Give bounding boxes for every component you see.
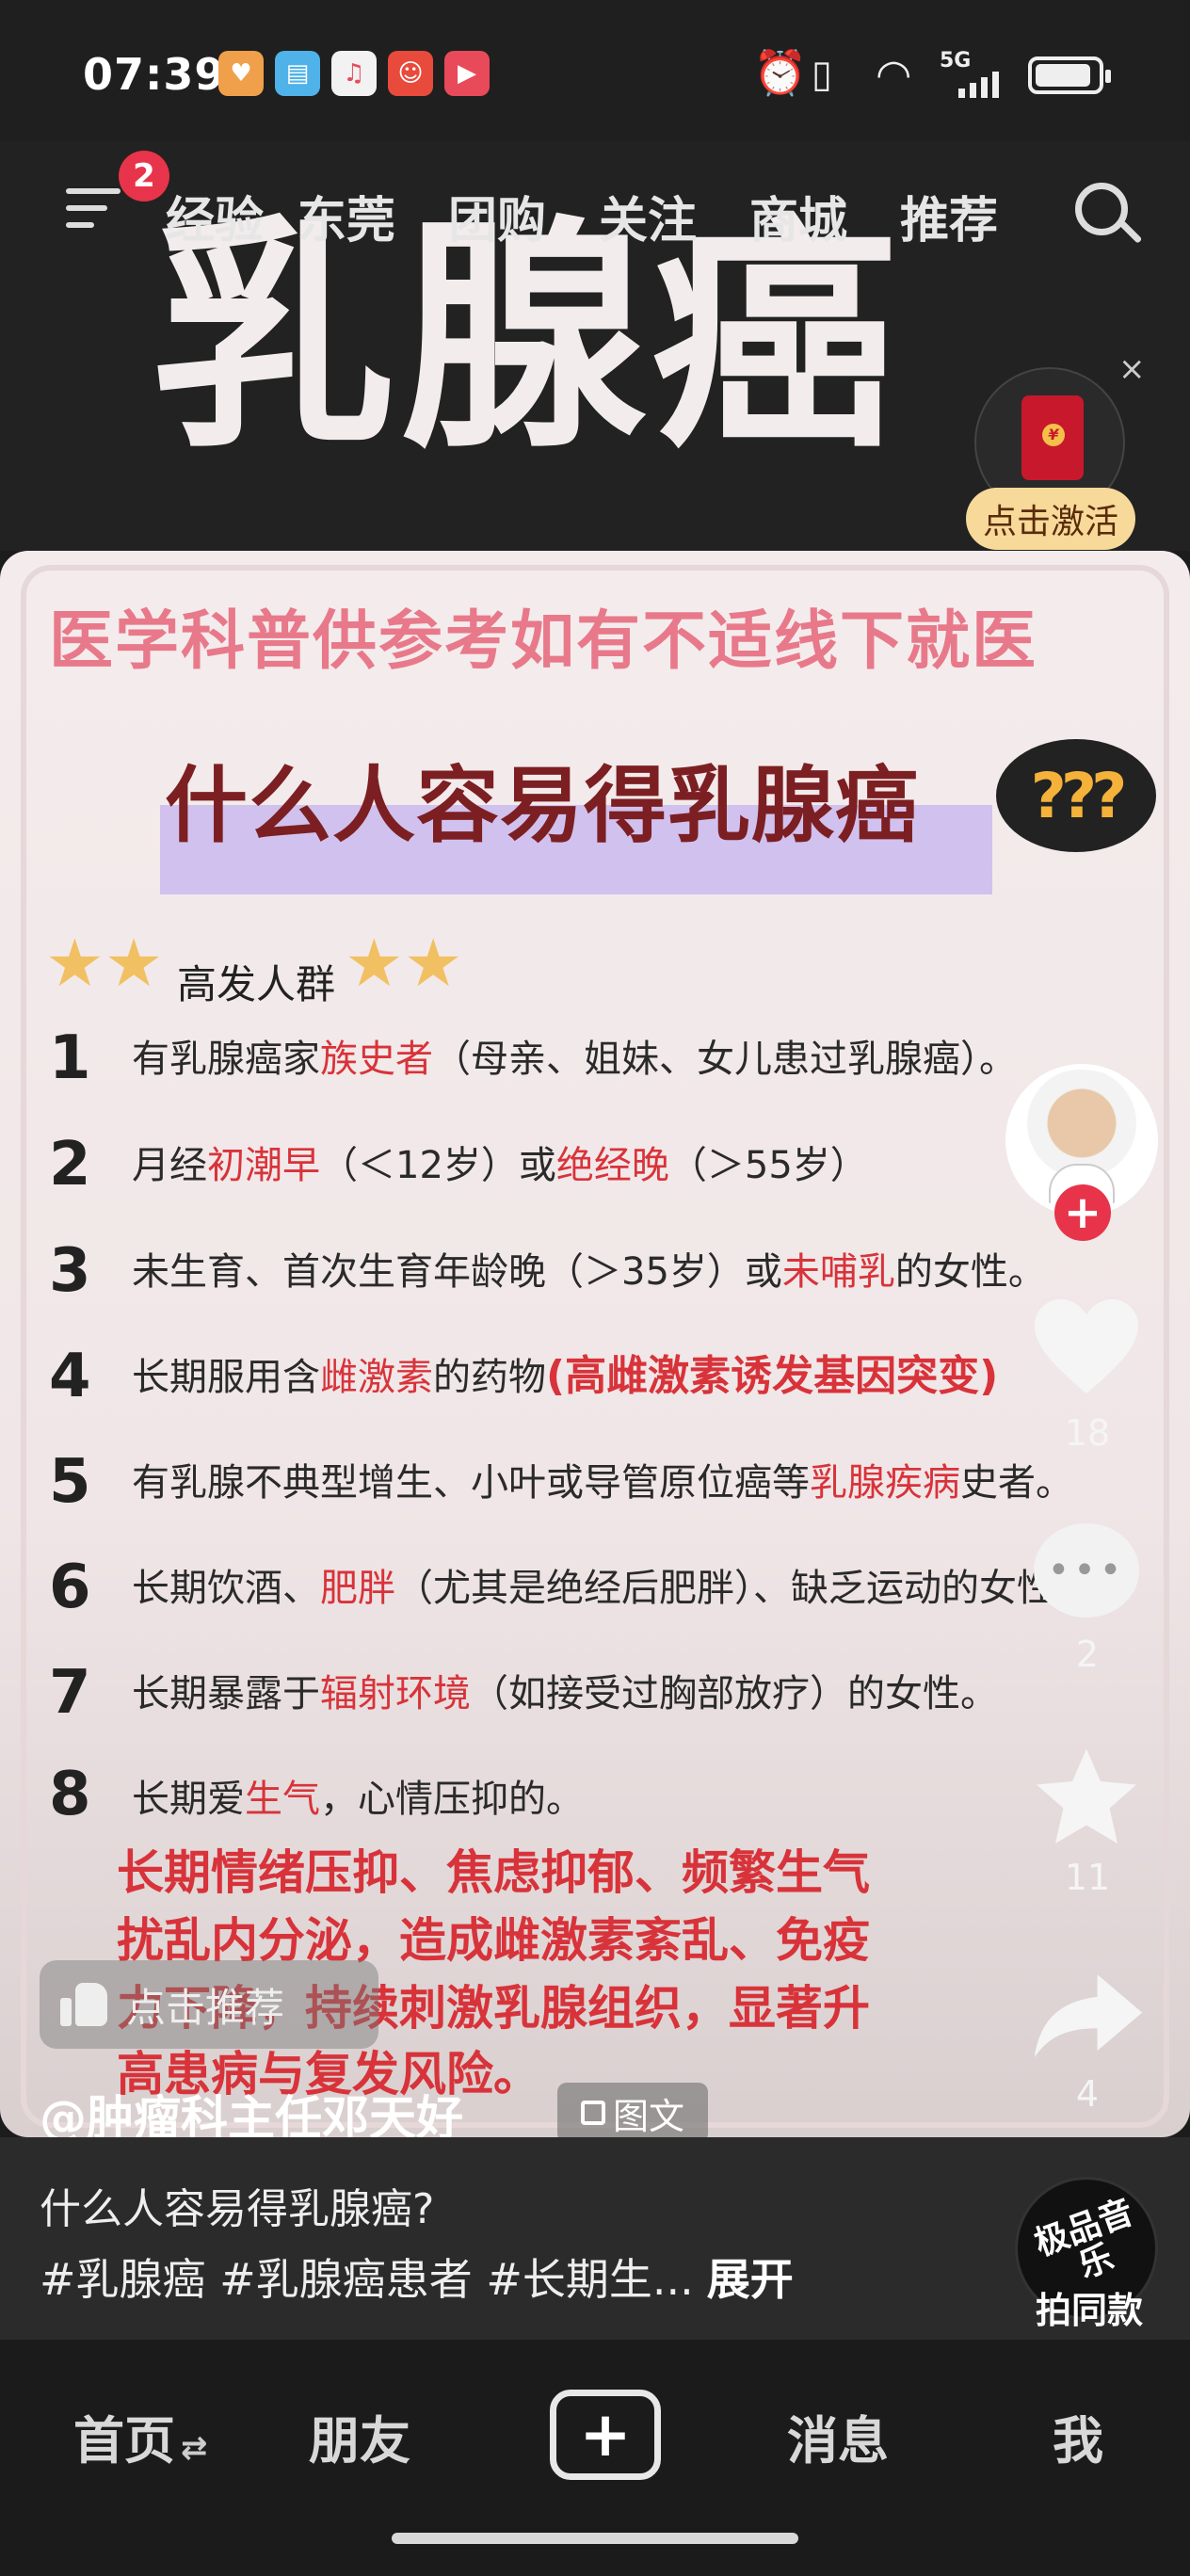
post-type-label: 图文 [612, 2095, 684, 2137]
nav-me[interactable]: 我 [1053, 2399, 1103, 2473]
post-caption-title: 什么人容易得乳腺癌? [40, 2185, 435, 2233]
network-label: 5G [940, 49, 972, 72]
post-caption-tags: #乳腺癌 #乳腺癌患者 #长期生... 展开 [40, 2246, 794, 2308]
notification-badge: 2 [119, 151, 169, 201]
tab-tuangou[interactable]: 团购 [448, 181, 546, 251]
star-icon: ★★ [45, 925, 164, 1002]
home-indicator[interactable] [392, 2533, 798, 2544]
share-count: 4 [1075, 2073, 1100, 2115]
list-item: 有乳腺不典型增生、小叶或导管原位癌等乳腺疾病史者。 [132, 1461, 1073, 1505]
status-time: 07:39 [83, 49, 226, 100]
video-app-icon: ▶ [444, 51, 490, 96]
tab-guanzhu[interactable]: 关注 [599, 181, 697, 251]
item-number: 2 [49, 1130, 91, 1199]
nav-messages[interactable]: 消息 [787, 2399, 889, 2473]
comment-count: 2 [1075, 1634, 1100, 1675]
comment-icon[interactable]: ••• [1034, 1523, 1139, 1618]
cover-big-title: 乳腺癌 [151, 197, 902, 481]
list-item: 长期爱生气，心情压抑的。 [132, 1778, 584, 1821]
search-icon[interactable] [1075, 183, 1128, 235]
item-number: 3 [49, 1236, 91, 1306]
tab-shangcheng[interactable]: 商城 [749, 181, 847, 251]
star-icon: ★★ [345, 925, 463, 1002]
post-heading: 什么人容易得乳腺癌 [165, 757, 920, 854]
tab-jingyan[interactable]: 经验 [166, 181, 264, 251]
item-number: 8 [49, 1760, 91, 1829]
tab-dongguan[interactable]: 东莞 [298, 181, 395, 251]
mascot-app-icon: ☺ [388, 51, 433, 96]
item-number: 4 [49, 1342, 91, 1411]
list-item: 有乳腺癌家族史者（母亲、姐妹、女儿患过乳腺癌）。 [132, 1038, 1017, 1081]
recommend-label: 点击推荐 [126, 1984, 285, 2031]
subhead-high-risk: 高发人群 [177, 961, 336, 1007]
item-number: 5 [49, 1447, 91, 1517]
item-number: 7 [49, 1658, 91, 1728]
list-item: 长期饮酒、肥胖（尤其是绝经后肥胖）、缺乏运动的女性。 [132, 1567, 1092, 1610]
list-item: 长期暴露于辐射环境（如接受过胸部放疗）的女性。 [132, 1672, 998, 1715]
alarm-icon: ⏰ [753, 47, 808, 98]
tab-tuijian[interactable]: 推荐 [900, 181, 998, 251]
music-app-icon: ♫ [331, 51, 377, 96]
signal-icon [943, 72, 1004, 98]
callout-line: 长期情绪压抑、焦虑抑郁、频繁生气 [117, 1845, 870, 1900]
question-mark-icon: ??? [996, 739, 1156, 852]
favorite-star-icon[interactable] [1030, 1742, 1143, 1855]
follow-button[interactable]: + [1054, 1184, 1111, 1241]
thumbs-up-icon [60, 1983, 109, 2026]
recommend-button[interactable]: 点击推荐 [40, 1960, 378, 2049]
heart-icon[interactable] [1030, 1295, 1143, 1398]
item-number: 6 [49, 1553, 91, 1622]
music-disc[interactable]: 极品音乐 拍同款 [1015, 2177, 1158, 2331]
heart-app-icon: ♥ [218, 51, 264, 96]
nav-home-label: 首页 [73, 2411, 175, 2471]
vibrate-icon: ▯ [812, 53, 833, 96]
battery-icon [1028, 56, 1111, 94]
same-style-button[interactable]: 拍同款 [1023, 2281, 1155, 2333]
image-text-icon [580, 2101, 605, 2125]
nav-friends[interactable]: 朋友 [309, 2399, 410, 2473]
list-item: 长期服用含雌激素的药物(高雌激素诱发基因突变) [132, 1352, 999, 1400]
item-number: 1 [49, 1023, 91, 1093]
callout-line: 扰乱内分泌，造成雌激素紊乱、免疫 [117, 1913, 870, 1968]
list-item: 未生育、首次生育年龄晚（＞35岁）或未哺乳的女性。 [132, 1250, 1046, 1294]
menu-icon[interactable] [66, 188, 121, 233]
caption-area [0, 2137, 1190, 2340]
expand-button[interactable]: 展开 [707, 2254, 794, 2305]
hashtags[interactable]: #乳腺癌 #乳腺癌患者 #长期生... [40, 2254, 694, 2305]
wifi-icon: ◠ [876, 51, 912, 99]
favorite-count: 11 [1064, 1857, 1111, 1898]
nav-home[interactable]: 首页 ⇄ [73, 2399, 208, 2473]
activate-button[interactable]: 点击激活 [966, 488, 1135, 550]
add-post-button[interactable]: + [550, 2390, 661, 2480]
post-type-badge: 图文 [557, 2083, 708, 2143]
share-arrow-icon[interactable] [1030, 1968, 1147, 2062]
close-icon[interactable]: × [1118, 350, 1146, 388]
book-app-icon: ▤ [275, 51, 320, 96]
list-item: 月经初潮早（＜12岁）或绝经晚（＞55岁） [132, 1144, 868, 1187]
like-count: 18 [1064, 1412, 1111, 1454]
medical-notice: 医学科普供参考如有不适线下就医 [49, 604, 1038, 679]
switch-arrows-icon: ⇄ [181, 2429, 208, 2467]
